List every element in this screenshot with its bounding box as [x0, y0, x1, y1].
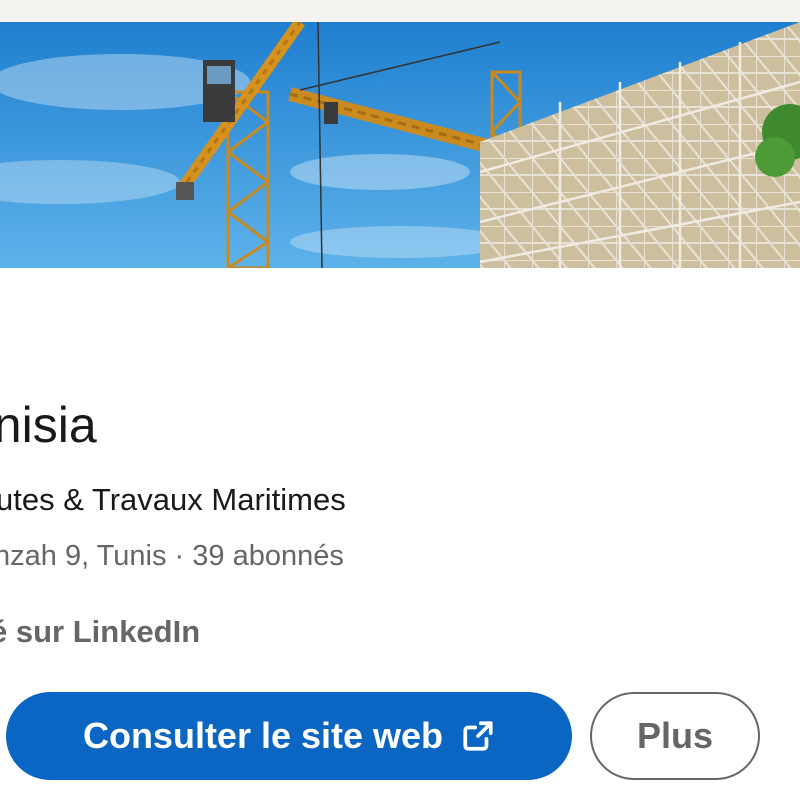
company-location: nzah 9, Tunis: [0, 540, 167, 572]
company-name: unisia: [0, 397, 97, 453]
page-top-strip: [0, 0, 800, 22]
company-meta: nzah 9, Tunis · 39 abonnés: [0, 536, 344, 576]
external-link-icon: [461, 719, 495, 753]
meta-separator: ·: [166, 540, 193, 572]
visit-website-label: Consulter le site web: [82, 715, 444, 756]
more-button[interactable]: Plus: [590, 692, 760, 780]
followers-count: 39 abonnés: [192, 540, 344, 572]
visit-website-button[interactable]: Consulter le site web: [6, 692, 572, 780]
cover-banner-image: [0, 22, 800, 268]
company-tagline: utes & Travaux Maritimes: [0, 482, 346, 517]
verified-badge-text: é sur LinkedIn: [0, 614, 201, 649]
